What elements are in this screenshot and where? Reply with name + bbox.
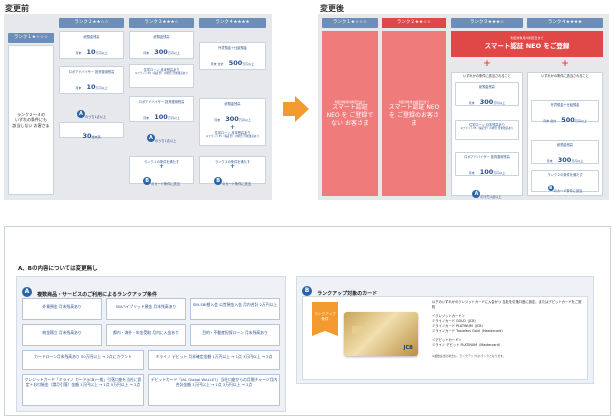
after-r4-card-deposit: 総預金残高 月末 300万円以上 (531, 140, 599, 164)
before-r3-card-rank1: ランク１の条件を満たす + Bのカード条件に該当 (129, 156, 194, 186)
a-cell-loan: 目的・不動産担保ローン 月末残高あり (190, 324, 280, 346)
after-r4-cond: いずれかの条件に該当されること (541, 74, 589, 78)
a-cell-cardloan: カードローン月末残高あり 50万円以上 → 2点にカウント (22, 350, 144, 370)
before-r4-card-rank2: ランク２の条件を満たす + Bのカード条件に該当 (199, 156, 266, 186)
a-cell-credit: クレジットカード「ミライノ カード(JCB)一般」引落口座を当社に設定＋お付帳金… (22, 374, 144, 406)
a-cell-gold: 純金積立 月末残高あり (22, 324, 102, 346)
after-smart-banner: 判定対象月内判定日まで スマート認証 NEO をご登録 (451, 31, 603, 57)
plus-icon: + (483, 59, 491, 69)
before-r4-card-deposit: 総預金残高 月末 300万円以上 + 住宅ローン 月末残高あり ※フラット35（… (199, 98, 266, 146)
b-credit-heading: ＜クレジットカード＞ (432, 314, 465, 318)
a-cell-jal: デビットカード「JAL Global WALLET」当社口座からの月間チャージ月… (148, 374, 280, 406)
arrow-right-icon (283, 96, 309, 122)
card-chip-icon (352, 326, 362, 334)
after-r3-one-of: Aのうち1点以上 (455, 183, 519, 202)
b-badge-icon: B (302, 285, 312, 296)
before-r3-card-loan: 住宅ローン 月末残高あり ※フラット35（保証型）の場合 月末残高あり (129, 64, 194, 88)
after-r4-card-rank2: ランク２の条件を満たす Bのカード条件に該当 (531, 170, 599, 193)
a-cell-fx: 外貨預金 月末残高あり (22, 298, 102, 320)
before-rank1-body: ランク２～４の いずれの条件にも 該当しない お客さま (8, 45, 54, 195)
before-rank1-head: ランク１★☆☆☆ (8, 33, 54, 43)
before-r2-card-age: 30歳未満 (59, 122, 124, 140)
before-title: 変更前 (5, 4, 29, 13)
after-r3-card-robo: ロボアドバイザー 投資運用残高 月末 100万円以上 (455, 152, 519, 176)
before-r2-one-of: Aのうち1点以上 (59, 103, 124, 119)
b-debit-heading: ＜デビットカード＞ (432, 338, 462, 342)
b-badge-icon: B (214, 176, 223, 185)
b-ribbon: ランクアップ 条件 (312, 302, 338, 336)
a-badge-icon: A (22, 286, 32, 297)
before-r3-card-deposit: 総預金残高 月末 300万円以上 (129, 31, 194, 59)
b-credit-item: ミライノカード GOLD（JCB） (432, 319, 478, 323)
a-cell-debit: ミライノ デビット 月末確定金額 1万円以上 → 1点 3万円以上 → 2点 (148, 350, 280, 370)
b-note: ※複数該当の場合も、ランクアップは1ランクとなります。 (432, 354, 506, 358)
b-description: 以下のいずれかのクレジットカードに入会かつ 当社を引落口座に設定、またはデビット… (432, 300, 582, 309)
before-r2-card-robo: ロボアドバイザー 投資運用残高 月末 10万円以上 (59, 66, 124, 94)
after-r4-card-fx: 外貨預金＋仕組預金 月末 合計 500万円以上 (531, 100, 599, 124)
after-r3-cond: いずれかの条件に該当されること (463, 74, 511, 78)
after-rank4-head: ランク４★★★★ (527, 18, 603, 28)
card-brand-logo: JCB (403, 345, 413, 351)
before-r4-card-fx: 外貨預金＋仕組預金 月末 合計 500万円以上 (199, 42, 266, 70)
before-rank4-head: ランク４★★★★ (199, 18, 266, 28)
before-r3-card-robo: ロボアドバイザー 投資運用残高 月末 100万円以上 (129, 96, 194, 122)
credit-card-image: JCB (344, 312, 418, 356)
after-rank1-head: ランク１★☆☆☆ (322, 18, 378, 28)
bottom-heading: A、Bの内容については変更無し (18, 266, 98, 272)
b-badge-icon: B (143, 176, 152, 185)
after-rank2-body: 判定対象月内判定日まで スマート認証 NEO を ご登録のお客さま (382, 31, 446, 196)
b-credit-item: ミライノカード Travelers Gold（Mastercard） (432, 329, 505, 333)
after-rank2-head: ランク２★★☆☆ (382, 18, 446, 28)
b-credit-item: ミライノカード PLATINUM（JCB） (432, 324, 485, 328)
a-cell-pension: 都内・海外・年金受取 月内に入金あり (106, 324, 186, 346)
b-debit-item: ミライノ デビット PLATINUM（Mastercard） (432, 343, 503, 347)
a-badge-icon: A (76, 109, 85, 118)
a-cell-hybrid: SBIハイブリッド預金 月末残高あり (106, 298, 186, 320)
before-rank2-head: ランク２★★☆☆ (59, 18, 124, 28)
after-r3-card-deposit: 総預金残高 月末 300万円以上 (455, 82, 519, 106)
after-title: 変更後 (320, 4, 344, 13)
a-badge-icon: A (146, 133, 155, 142)
after-r3-card-loan: 住宅ローン 月末残高あり ※フラット35（保証型）の場合 月末残高あり (455, 120, 519, 140)
a-cell-sbi: SBI-SBI勘入会 公営預金入金 月内合計 2万円以上 (190, 298, 280, 320)
before-rank3-head: ランク３★★★☆ (129, 18, 194, 28)
before-r3-one-of: Aのうち1点以上 (129, 127, 194, 143)
after-rank1-body: 判定対象月内判定日まで スマート認証 NEO を ご登録でない お客さま (322, 31, 378, 196)
plus-icon: + (561, 59, 569, 69)
before-r2-card-deposit: 総預金残高 月末 10万円以上 (59, 31, 124, 59)
after-rank3-head: ランク３★★★☆ (451, 18, 523, 28)
